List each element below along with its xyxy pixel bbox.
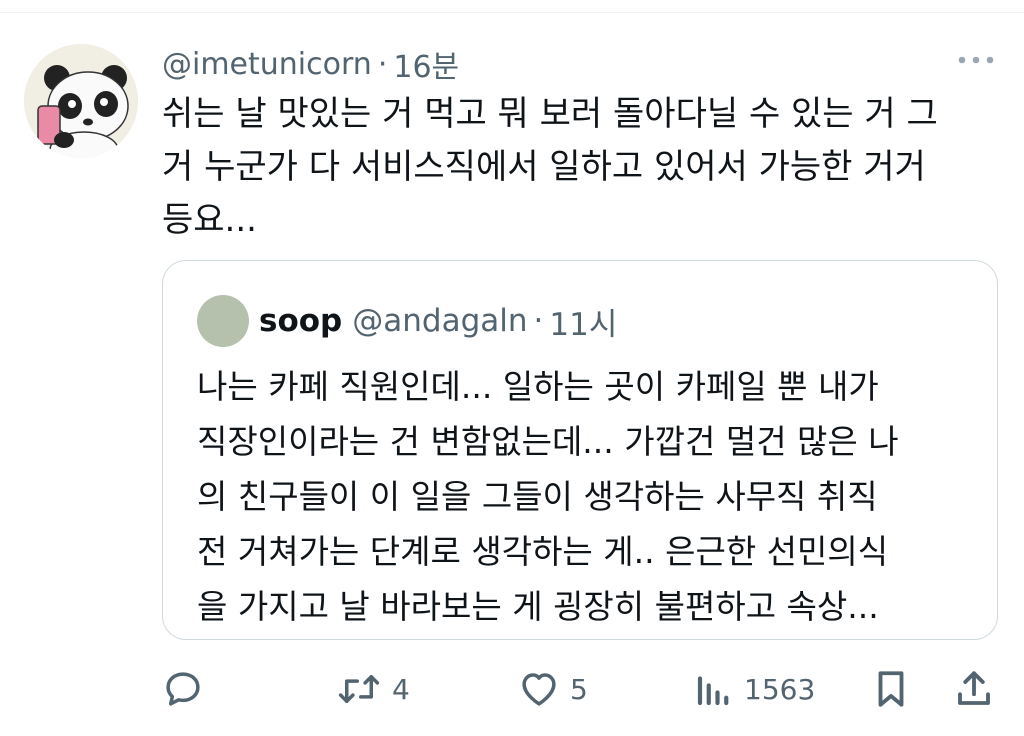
quoted-author-name: soop [259,303,343,339]
action-bar: 4 5 1563 [162,664,1002,714]
like-count: 5 [570,672,588,706]
quoted-post-text: 나는 카페 직원인데... 일하는 곳이 카페일 뿐 내가직장인이라는 건 변함… [197,359,967,634]
post-timestamp[interactable]: 16분 [393,42,459,86]
repost-icon [336,668,382,710]
bookmark-button[interactable] [872,664,910,714]
quoted-text-line: 나는 카페 직원인데... 일하는 곳이 카페일 뿐 내가 [197,367,879,406]
heart-icon [518,668,560,710]
author-handle[interactable]: @imetunicorn [162,47,372,82]
share-button[interactable] [954,664,994,714]
post-text: 쉬는 날 맛있는 거 먹고 뭐 보러 돌아다닐 수 있는 거 그거 누군가 다 … [162,88,1002,247]
post-text-line: 쉬는 날 맛있는 거 먹고 뭐 보러 돌아다닐 수 있는 거 그 [162,94,938,134]
quoted-author-handle: @andagaln [352,303,528,339]
quoted-header-separator: · [533,303,544,339]
panda-avatar-icon[interactable] [24,44,138,158]
views-icon [694,668,734,710]
reply-button[interactable] [162,664,204,714]
header-separator: · [377,46,388,82]
avatar-image [24,44,138,158]
post-header: @imetunicorn · 16분 [162,42,459,86]
reply-icon [162,668,204,710]
post: @imetunicorn · 16분 쉬는 날 맛있는 거 먹고 뭐 보러 돌아… [0,0,1024,736]
quoted-text-line: 을 가지고 날 바라보는 게 굉장히 불편하고 속상... [197,587,879,626]
share-icon [954,668,994,710]
quoted-author-avatar[interactable] [197,295,249,347]
quoted-post-card[interactable]: soop @andagaln · 11시 나는 카페 직원인데... 일하는 곳… [162,260,998,640]
more-dots-icon[interactable] [956,48,996,72]
quoted-text-line: 전 거쳐가는 단계로 생각하는 게.. 은근한 선민의식 [197,532,889,571]
repost-button[interactable]: 4 [336,664,410,714]
like-button[interactable]: 5 [518,664,588,714]
post-text-line: 거 누군가 다 서비스직에서 일하고 있어서 가능한 거거 [162,147,926,187]
quoted-post-header: soop @andagaln · 11시 [259,297,617,345]
bookmark-icon [872,668,910,710]
quoted-text-line: 직장인이라는 건 변함없는데... 가깝건 멀건 많은 나 [197,422,899,461]
quoted-post-timestamp: 11시 [549,306,618,343]
post-text-line: 등요... [162,200,257,240]
repost-count: 4 [392,672,410,706]
views-button[interactable]: 1563 [694,664,815,714]
views-count: 1563 [744,672,816,706]
quoted-text-line: 의 친구들이 이 일을 그들이 생각하는 사무직 취직 [197,477,878,516]
